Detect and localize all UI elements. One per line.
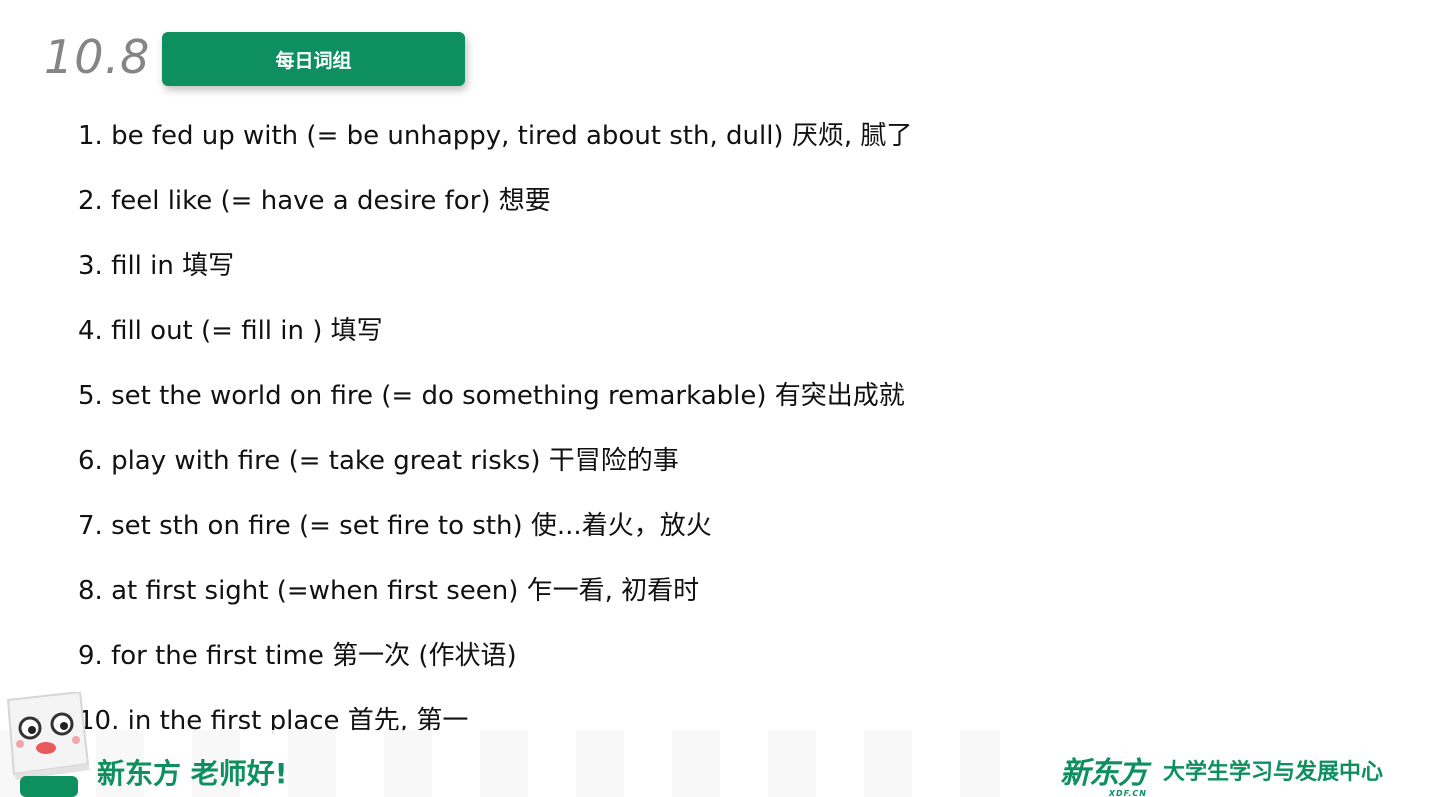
phrase-item: 8. at first sight (=when first seen) 乍一看…	[78, 576, 700, 606]
phrase-item: 2. feel like (= have a desire for) 想要	[78, 186, 551, 216]
brand-block: 新东方 XDF.CN 大学生学习与发展中心	[1060, 748, 1384, 797]
date-label: 10.8	[44, 30, 151, 84]
phrase-item: 1. be fed up with (= be unhappy, tired a…	[78, 121, 913, 151]
brand-center-name: 大学生学习与发展中心	[1163, 760, 1384, 785]
phrase-item: 6. play with fire (= take great risks) 干…	[78, 446, 679, 476]
phrase-item: 7. set sth on fire (= set fire to sth) 使…	[78, 511, 712, 541]
phrase-item: 3. fill in 填写	[78, 251, 235, 281]
phrase-item: 4. fill out (= fill in ) 填写	[78, 316, 383, 346]
footer-slogan: 新东方 老师好!	[97, 757, 288, 790]
brand-logo-subtext: XDF.CN	[1108, 789, 1147, 797]
daily-phrases-badge: 每日词组	[162, 32, 465, 86]
phrase-item: 9. for the first time 第一次 (作状语)	[78, 641, 517, 671]
book-mascot-icon	[0, 690, 92, 797]
phrase-list: 1. be fed up with (= be unhappy, tired a…	[78, 112, 912, 762]
slide: 10.8 每日词组 1. be fed up with (= be unhapp…	[0, 0, 1434, 797]
brand-logo: 新东方 XDF.CN	[1060, 748, 1148, 797]
brand-logo-text: 新东方	[1060, 756, 1148, 791]
phrase-item: 5. set the world on fire (= do something…	[78, 381, 905, 411]
